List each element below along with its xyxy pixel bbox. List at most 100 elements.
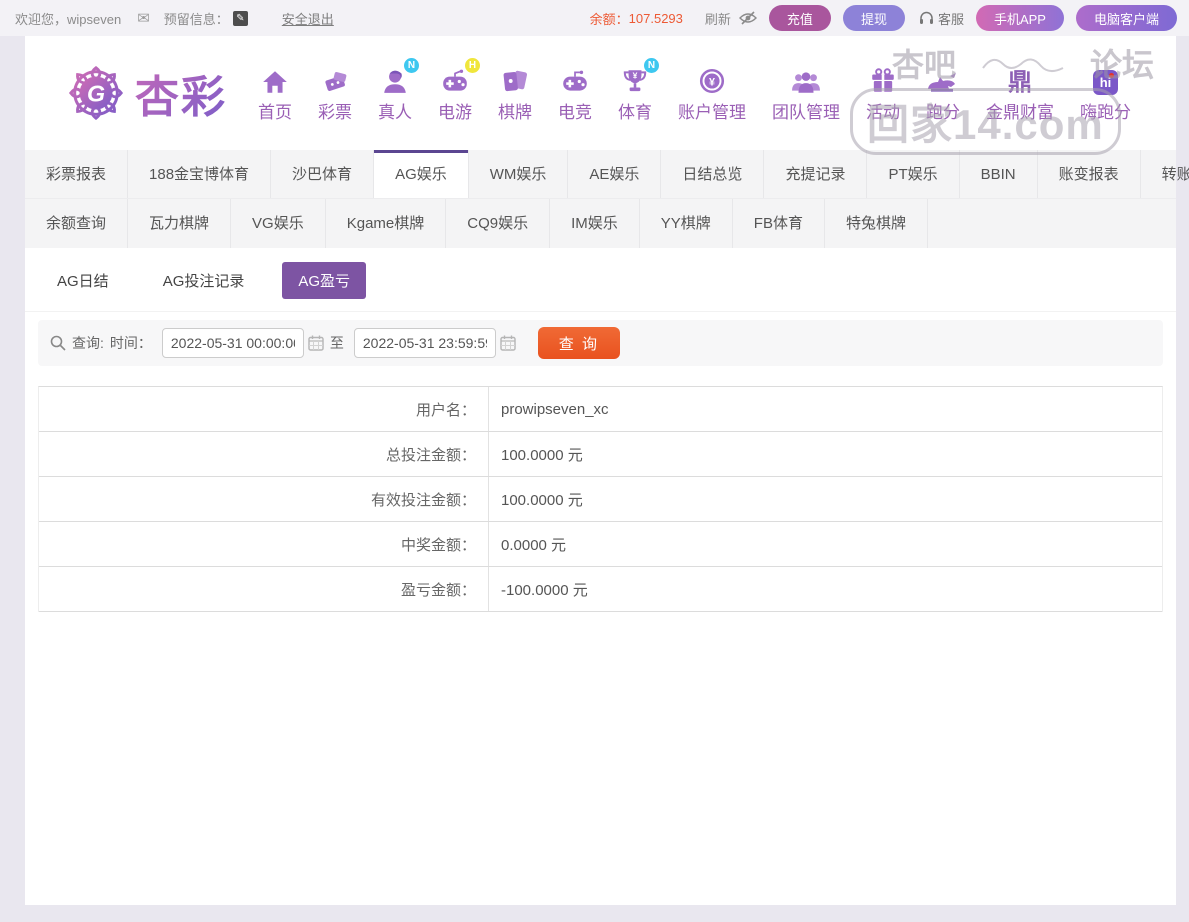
svg-text:¥: ¥: [633, 70, 638, 80]
tab-lottery-report[interactable]: 彩票报表: [25, 150, 128, 198]
tab-row-1: 彩票报表 188金宝博体育 沙巴体育 AG娱乐 WM娱乐 AE娱乐 日结总览 充…: [25, 150, 1176, 199]
tab-vg-entertainment[interactable]: VG娱乐: [231, 199, 326, 248]
ding-icon: 鼎: [1008, 71, 1032, 95]
search-panel: 查询: 时间： 至 查 询: [38, 320, 1163, 366]
logo-text: 杏彩: [135, 61, 227, 125]
rhino-icon: [926, 69, 960, 95]
new-badge: N: [644, 58, 659, 73]
refresh-button[interactable]: 刷新: [705, 9, 731, 28]
tab-account-change-report[interactable]: 账变报表: [1038, 150, 1141, 198]
tab-im-entertainment[interactable]: IM娱乐: [550, 199, 640, 248]
pc-client-button[interactable]: 电脑客户端: [1076, 5, 1177, 31]
tab-ae-entertainment[interactable]: AE娱乐: [568, 150, 661, 198]
withdraw-button[interactable]: 提现: [843, 5, 905, 31]
mobile-app-button[interactable]: 手机APP: [976, 5, 1064, 31]
tab-transfer-report[interactable]: 转账报表: [1141, 150, 1189, 198]
to-label: 至: [330, 333, 344, 353]
report-tabstrip: 彩票报表 188金宝博体育 沙巴体育 AG娱乐 WM娱乐 AE娱乐 日结总览 充…: [25, 150, 1176, 248]
team-icon: [791, 69, 821, 95]
row-label: 盈亏金额：: [39, 567, 489, 611]
tab-wm-entertainment[interactable]: WM娱乐: [469, 150, 569, 198]
esports-gamepad-icon: [560, 69, 590, 95]
svg-text:¥: ¥: [709, 76, 715, 88]
hi-app-icon: hi: [1093, 70, 1118, 95]
profit-loss-table: 用户名： prowipseven_xc 总投注金额： 100.0000 元 有效…: [38, 386, 1163, 612]
svg-text:G: G: [87, 81, 105, 107]
tab-yy-boardgames[interactable]: YY棋牌: [640, 199, 733, 248]
service-label: 客服: [938, 9, 964, 28]
nav-item-team[interactable]: 团队管理: [772, 63, 840, 123]
headset-icon: [919, 11, 934, 25]
tab-deposit-withdraw-records[interactable]: 充提记录: [764, 150, 867, 198]
tab-cq9-entertainment[interactable]: CQ9娱乐: [446, 199, 550, 248]
tab-ag-entertainment[interactable]: AG娱乐: [374, 150, 469, 198]
tab-shaba-sports[interactable]: 沙巴体育: [271, 150, 374, 198]
calendar-icon-from[interactable]: [308, 335, 324, 351]
row-value: prowipseven_xc: [489, 387, 609, 431]
calendar-icon-to[interactable]: [500, 335, 516, 351]
nav-item-board-games[interactable]: 棋牌: [498, 63, 532, 123]
edit-pencil-icon[interactable]: ✎: [233, 11, 248, 26]
tab-188-sports[interactable]: 188金宝博体育: [128, 150, 271, 198]
table-row-profit-loss: 盈亏金额： -100.0000 元: [39, 567, 1162, 612]
customer-service-button[interactable]: 客服: [919, 9, 964, 28]
table-row-win-amount: 中奖金额： 0.0000 元: [39, 522, 1162, 567]
search-submit-button[interactable]: 查 询: [538, 327, 620, 359]
nav-item-esports[interactable]: 电竞: [558, 63, 592, 123]
row-label: 总投注金额：: [39, 432, 489, 476]
logo-flower-icon: G: [65, 62, 127, 124]
topbar: 欢迎您，wipseven ✉ 预留信息： ✎ 安全退出 余额： 107.5293…: [0, 0, 1189, 36]
nav-item-home[interactable]: 首页: [258, 63, 292, 123]
logout-link[interactable]: 安全退出: [282, 9, 334, 28]
subtab-ag-profit-loss[interactable]: AG盈亏: [282, 262, 366, 299]
query-label: 查询:: [72, 333, 104, 353]
row-label: 有效投注金额：: [39, 477, 489, 521]
eye-off-icon[interactable]: [739, 11, 757, 25]
main-card: G 杏彩 首页 彩票 N 真人: [25, 36, 1176, 905]
tab-row-2: 余额查询 瓦力棋牌 VG娱乐 Kgame棋牌 CQ9娱乐 IM娱乐 YY棋牌 F…: [25, 199, 1176, 248]
nav-item-promotions[interactable]: 活动: [866, 63, 900, 123]
nav-item-account[interactable]: ¥ 账户管理: [678, 63, 746, 123]
row-value: 0.0000 元: [489, 522, 566, 566]
new-badge: N: [404, 58, 419, 73]
nav-item-jinding-wealth[interactable]: 鼎 金鼎财富: [986, 63, 1054, 123]
tab-wali-boardgames[interactable]: 瓦力棋牌: [128, 199, 231, 248]
site-header: G 杏彩 首页 彩票 N 真人: [25, 36, 1176, 150]
row-value: 100.0000 元: [489, 432, 583, 476]
date-from-input[interactable]: [162, 328, 304, 358]
recharge-button[interactable]: 充值: [769, 5, 831, 31]
yuan-coin-icon: ¥: [698, 67, 726, 95]
subtab-ag-bet-records[interactable]: AG投注记录: [147, 262, 261, 299]
tab-kgame-boardgames[interactable]: Kgame棋牌: [326, 199, 447, 248]
nav-item-paofen[interactable]: 跑分: [926, 63, 960, 123]
hot-badge: H: [465, 58, 480, 73]
tab-balance-query[interactable]: 余额查询: [25, 199, 128, 248]
site-logo[interactable]: G 杏彩: [65, 61, 227, 125]
balance-value: 107.5293: [629, 11, 683, 26]
live-person-icon: [381, 67, 409, 95]
subtab-ag-daily[interactable]: AG日结: [41, 262, 125, 299]
main-nav: 首页 彩票 N 真人 H 电游: [245, 63, 1144, 123]
ag-subtabs: AG日结 AG投注记录 AG盈亏: [25, 248, 1176, 312]
table-row-total-bet: 总投注金额： 100.0000 元: [39, 432, 1162, 477]
tab-daily-summary[interactable]: 日结总览: [661, 150, 764, 198]
trophy-icon: ¥: [621, 67, 649, 95]
nav-item-slots[interactable]: H 电游: [438, 63, 472, 123]
tab-bbin[interactable]: BBIN: [960, 150, 1038, 198]
reserved-message-label: 预留信息：: [164, 9, 229, 28]
balance-label: 余额：: [590, 9, 629, 28]
nav-item-lottery[interactable]: 彩票: [318, 63, 352, 123]
search-icon: [50, 335, 66, 351]
tab-fb-sports[interactable]: FB体育: [733, 199, 825, 248]
nav-item-sports[interactable]: ¥ N 体育: [618, 63, 652, 123]
time-label: 时间：: [110, 333, 152, 353]
date-to-input[interactable]: [354, 328, 496, 358]
slot-gamepad-icon: [440, 69, 470, 95]
mail-icon[interactable]: ✉: [137, 9, 150, 27]
gift-icon: [869, 67, 897, 95]
nav-item-hi-paofen[interactable]: hi 嗨跑分: [1080, 63, 1131, 123]
tab-tetu-boardgames[interactable]: 特兔棋牌: [825, 199, 928, 248]
ticket-icon: [321, 69, 349, 95]
tab-pt-entertainment[interactable]: PT娱乐: [867, 150, 959, 198]
nav-item-live[interactable]: N 真人: [378, 63, 412, 123]
